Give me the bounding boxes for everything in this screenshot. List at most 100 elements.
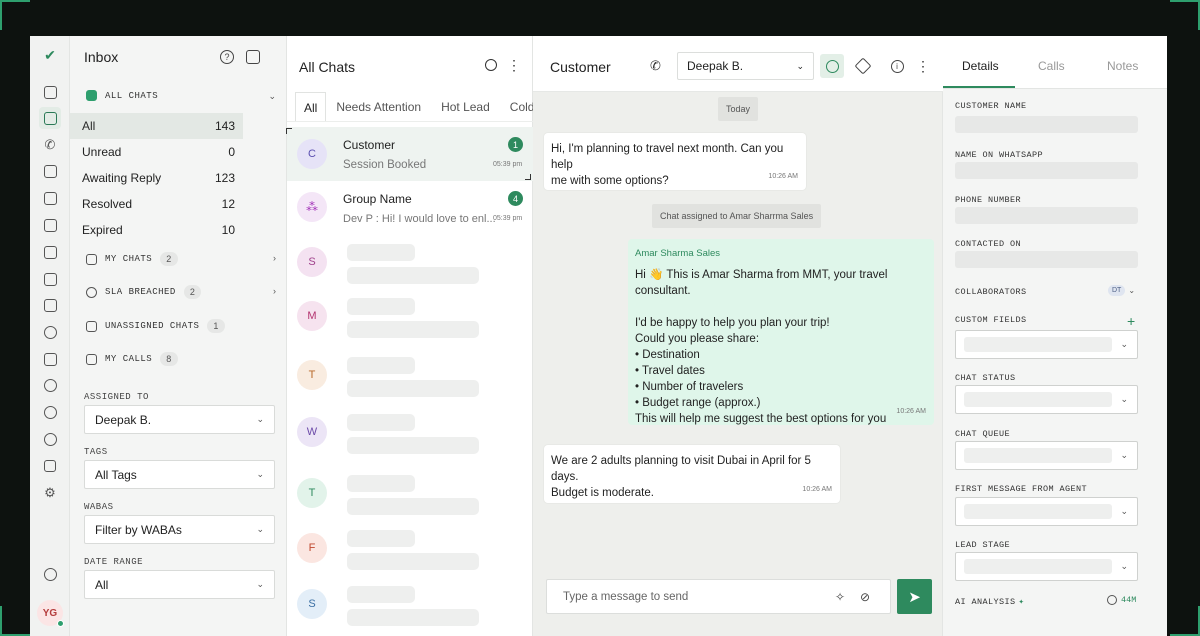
megaphone-icon[interactable] (39, 160, 61, 182)
document-icon[interactable] (39, 348, 61, 370)
sla-breached-section[interactable]: SLA BREACHED 2 (86, 285, 202, 299)
resolve-button[interactable] (820, 54, 844, 78)
add-custom-field-button[interactable]: + (1127, 313, 1135, 329)
bot-icon[interactable] (39, 401, 61, 423)
tab-all[interactable]: All (295, 92, 327, 121)
more-options-icon[interactable]: ⋮ (911, 54, 935, 78)
first-message-select[interactable]: ⌄ (955, 497, 1138, 526)
chat-row-placeholder[interactable]: W (287, 410, 533, 464)
chat-queue-label: CHAT QUEUE (955, 429, 1011, 439)
filter-unread[interactable]: Unread 0 (70, 139, 243, 165)
chat-avatar: M (297, 301, 327, 331)
team-icon[interactable] (39, 374, 61, 396)
section-count: 8 (160, 352, 178, 366)
calendar-icon[interactable] (39, 214, 61, 236)
customer-name-label: CUSTOMER NAME (955, 101, 1027, 111)
tab-needs-attention[interactable]: Needs Attention (326, 92, 431, 121)
chevron-down-icon: ⌄ (256, 469, 264, 479)
collapse-panel-icon[interactable] (246, 50, 260, 64)
section-label: MY CALLS (105, 354, 153, 364)
phone-icon[interactable]: ✆ (39, 134, 61, 156)
attachment-icon[interactable]: ⊘ (860, 590, 870, 604)
chats-icon[interactable] (39, 107, 61, 129)
settings-icon[interactable] (39, 428, 61, 450)
agent-select[interactable]: Deepak B. ⌄ (677, 52, 814, 80)
chat-row-placeholder[interactable]: S (287, 582, 533, 636)
chat-status-select[interactable]: ⌄ (955, 385, 1138, 414)
filter-all[interactable]: All 143 (70, 113, 243, 139)
wabas-select[interactable]: Filter by WABAs ⌄ (84, 515, 275, 544)
filter-expired[interactable]: Expired 10 (70, 217, 243, 243)
inbox-sidebar: Inbox ? ALL CHATS ⌄ All 143 Unread 0 Await… (70, 36, 287, 636)
chat-row-placeholder[interactable]: S (287, 240, 533, 294)
collaborators-label: COLLABORATORS (955, 287, 1027, 297)
conversation-title: Customer (550, 59, 611, 75)
all-chats-section[interactable]: ALL CHATS (86, 90, 158, 101)
send-button[interactable]: ➤ (897, 579, 932, 614)
tab-details[interactable]: Details (962, 59, 999, 73)
select-value: All (95, 577, 109, 592)
chevron-right-icon[interactable]: › (273, 253, 276, 263)
tab-cold-lead[interactable]: Cold L (500, 92, 533, 121)
filter-count: 123 (214, 171, 235, 185)
customer-name-field[interactable] (955, 116, 1138, 133)
section-count: 2 (183, 285, 202, 299)
chat-queue-select[interactable]: ⌄ (955, 441, 1138, 470)
date-range-select[interactable]: All ⌄ (84, 570, 275, 599)
mail-icon[interactable] (39, 187, 61, 209)
skeleton-preview (347, 437, 479, 454)
phone-icon[interactable]: ✆ (650, 58, 664, 73)
chat-row[interactable]: C Customer Session Booked 1 05:39 pm (286, 127, 533, 181)
tag-button[interactable] (851, 54, 875, 78)
assigned-to-select[interactable]: Deepak B. ⌄ (84, 405, 275, 434)
more-options-icon[interactable]: ⋮ (507, 58, 521, 72)
chat-row-placeholder[interactable]: M (287, 294, 533, 348)
tags-select[interactable]: All Tags ⌄ (84, 460, 275, 489)
message-line: • Destination (635, 349, 700, 361)
message-input[interactable] (547, 580, 827, 613)
info-icon: i (890, 59, 904, 73)
reports-icon[interactable] (39, 294, 61, 316)
chat-row-placeholder[interactable]: F (287, 526, 533, 580)
gear-icon[interactable]: ⚙ (39, 482, 61, 504)
chat-row-placeholder[interactable]: T (287, 471, 533, 525)
avatar[interactable]: YG (37, 600, 64, 627)
analytics-icon[interactable] (39, 268, 61, 290)
contact-icon[interactable] (39, 241, 61, 263)
ads-icon[interactable] (39, 455, 61, 477)
filter-resolved[interactable]: Resolved 12 (70, 191, 243, 217)
chevron-down-icon: ⌄ (1120, 450, 1128, 460)
tab-calls[interactable]: Calls (1038, 59, 1065, 73)
help-icon[interactable]: ? (220, 50, 234, 64)
select-placeholder (964, 559, 1112, 574)
info-button[interactable]: i (885, 54, 909, 78)
contacted-on-field[interactable] (955, 251, 1138, 268)
skeleton-preview (347, 609, 479, 626)
chevron-down-icon[interactable]: ⌄ (268, 91, 276, 102)
name-on-whatsapp-label: NAME ON WHATSAPP (955, 150, 1044, 160)
home-icon[interactable] (39, 81, 61, 103)
search-icon[interactable] (485, 59, 497, 71)
collaborators-dropdown[interactable]: DT ⌄ (1108, 285, 1135, 296)
avatar-initials: YG (42, 607, 58, 619)
filter-awaiting-reply[interactable]: Awaiting Reply 123 (70, 165, 243, 191)
chevron-down-icon: ⌄ (1120, 339, 1128, 349)
phone-number-field[interactable] (955, 207, 1138, 224)
custom-field-select[interactable]: ⌄ (955, 330, 1138, 359)
skeleton-preview (347, 498, 479, 515)
skeleton-preview (347, 267, 479, 284)
tab-notes[interactable]: Notes (1107, 59, 1138, 73)
lead-stage-select[interactable]: ⌄ (955, 552, 1138, 581)
unassigned-chats-section[interactable]: UNASSIGNED CHATS 1 (86, 319, 225, 333)
speedometer-icon[interactable] (39, 321, 61, 343)
logout-icon[interactable] (39, 563, 61, 585)
name-on-whatsapp-field[interactable] (955, 162, 1138, 179)
skeleton-name (347, 298, 415, 315)
tab-hot-lead[interactable]: Hot Lead (431, 92, 500, 121)
my-chats-section[interactable]: MY CHATS 2 (86, 252, 178, 266)
magic-wand-icon[interactable]: ✧ (835, 590, 845, 604)
my-calls-section[interactable]: MY CALLS 8 (86, 352, 178, 366)
chat-row[interactable]: ⁂ Group Name Dev P : Hi! I would love to… (287, 182, 533, 236)
chevron-right-icon[interactable]: › (273, 286, 276, 296)
chat-row-placeholder[interactable]: T (287, 353, 533, 407)
